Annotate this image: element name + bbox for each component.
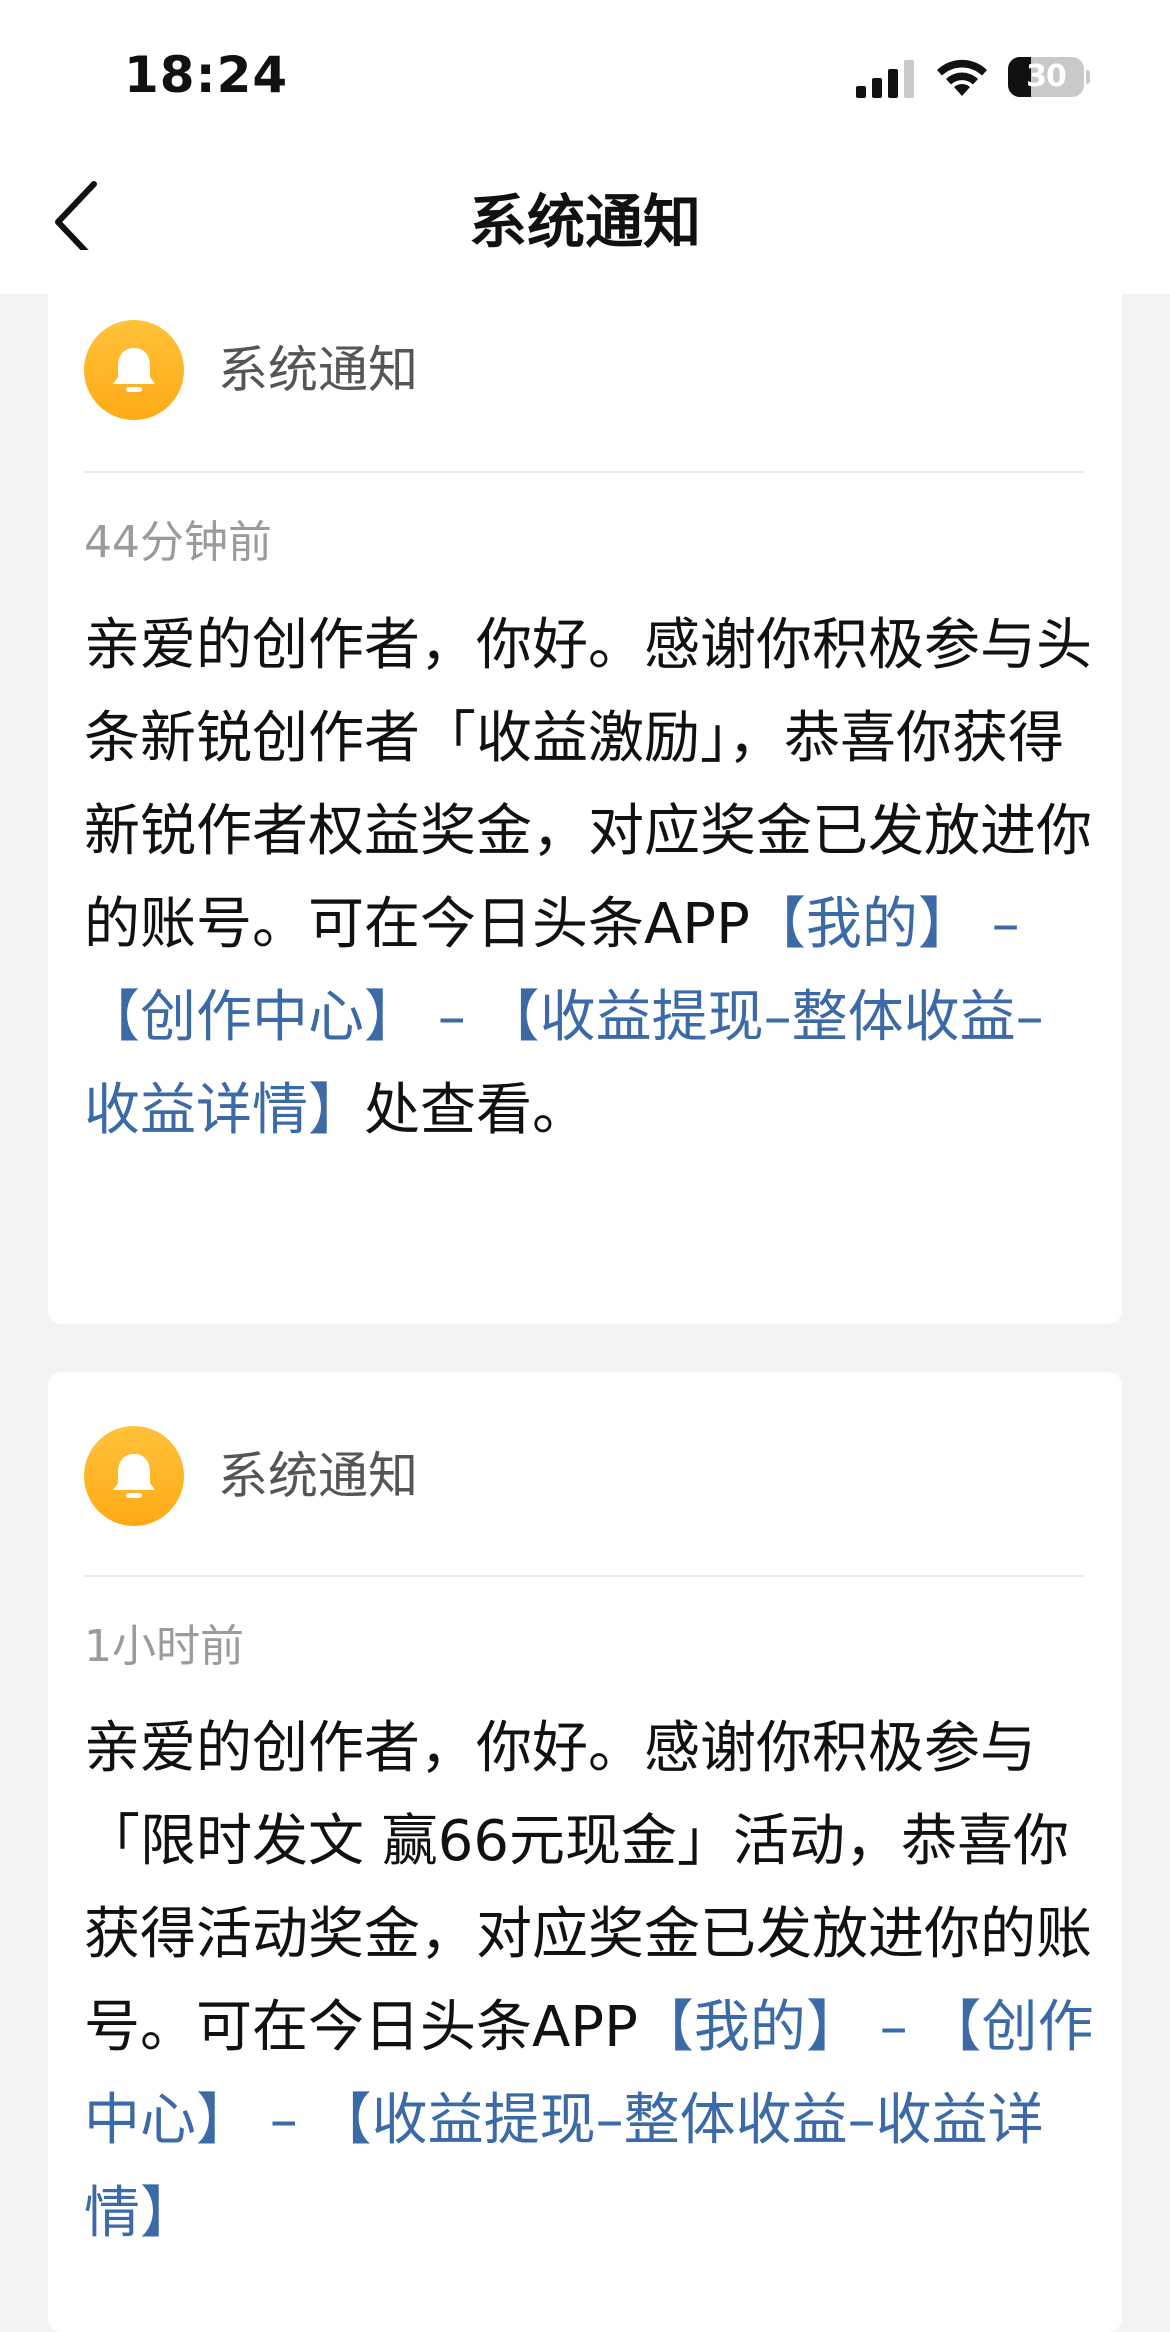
battery-indicator: 30 bbox=[1008, 57, 1090, 97]
bell-icon bbox=[113, 348, 155, 392]
avatar bbox=[84, 1426, 184, 1526]
notification-header: 系统通知 bbox=[84, 320, 1084, 420]
notification-time: 44分钟前 bbox=[84, 517, 272, 568]
notification-message: 亲爱的创作者，你好。感谢你积极参与头条新锐创作者「收益激励」，恭喜你获得新锐作者… bbox=[84, 599, 1094, 1157]
battery-level: 30 bbox=[1026, 59, 1067, 94]
status-time: 18:24 bbox=[124, 46, 289, 104]
notification-card: 系统通知 44分钟前 亲爱的创作者，你好。感谢你积极参与头条新锐创作者「收益激励… bbox=[48, 250, 1122, 1324]
notification-time: 1小时前 bbox=[84, 1621, 244, 1672]
wifi-icon bbox=[937, 59, 987, 96]
bell-icon bbox=[113, 1454, 155, 1498]
status-bar: 18:24 30 bbox=[0, 0, 1170, 150]
cellular-signal-icon bbox=[856, 60, 914, 98]
divider bbox=[84, 471, 1084, 473]
divider bbox=[84, 1575, 1084, 1577]
message-text: 处查看。 bbox=[364, 1078, 588, 1143]
battery-tip bbox=[1086, 70, 1090, 84]
sender-name: 系统通知 bbox=[218, 341, 418, 399]
battery-body: 30 bbox=[1008, 57, 1084, 97]
notification-message: 亲爱的创作者，你好。感谢你积极参与「限时发文 赢66元现金」活动，恭喜你获得活动… bbox=[84, 1702, 1094, 2260]
sender-name: 系统通知 bbox=[218, 1447, 418, 1505]
notification-header: 系统通知 bbox=[84, 1426, 1084, 1526]
avatar bbox=[84, 320, 184, 420]
notification-card: 系统通知 1小时前 亲爱的创作者，你好。感谢你积极参与「限时发文 赢66元现金」… bbox=[48, 1372, 1122, 2332]
